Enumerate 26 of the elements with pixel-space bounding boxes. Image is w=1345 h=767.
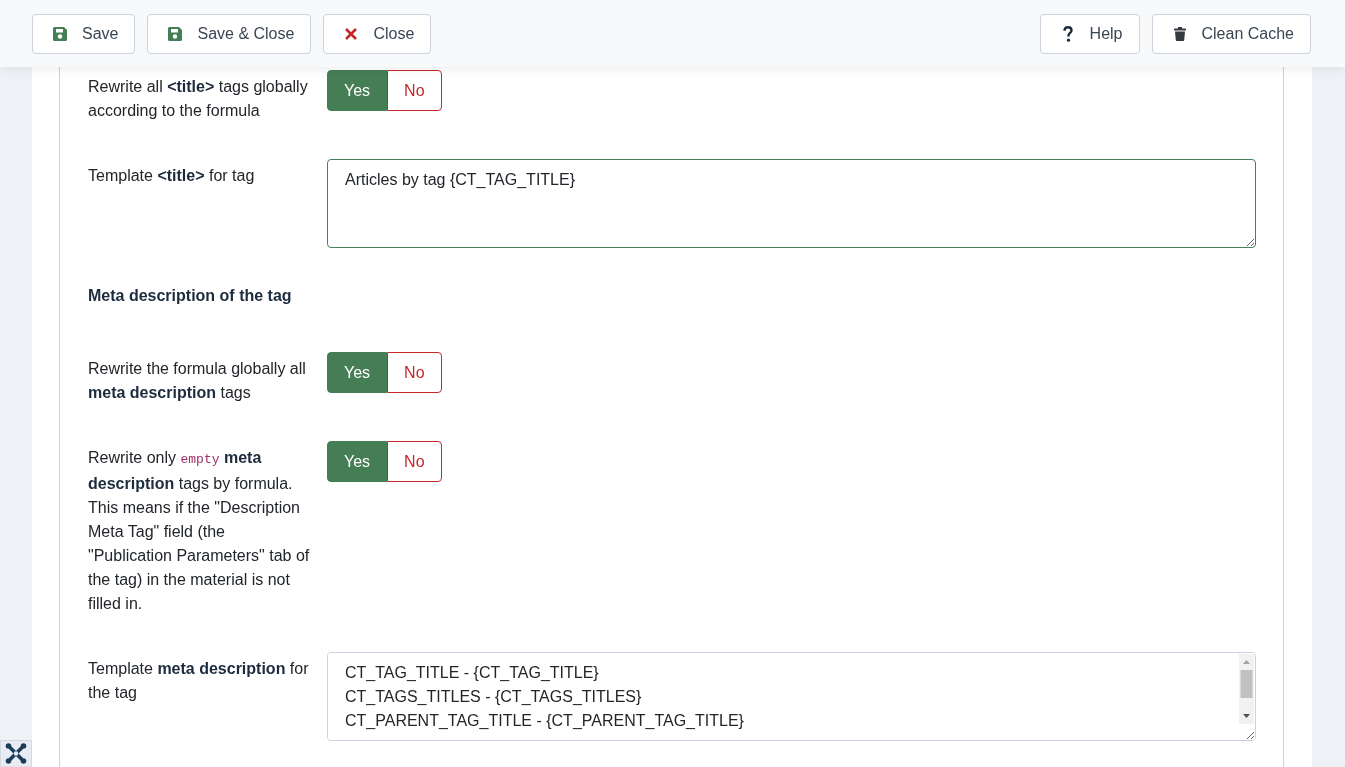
toggle-option[interactable]: No (387, 352, 442, 393)
toggle-option[interactable]: Yes (327, 70, 388, 111)
close-icon (345, 27, 358, 40)
field-label: Rewrite only empty meta description tags by formula. This means if the "Description Meta Tag" field (the "Publication Parameters" tab of the tag) in the material is not filled in. (88, 448, 311, 614)
field-label: Template meta description for the tag (88, 659, 310, 703)
template-textarea[interactable]: Articles by tag {CT_TAG_TITLE} (327, 159, 1256, 248)
toggle-option[interactable]: No (387, 70, 442, 111)
template-textarea[interactable]: CT_TAG_TITLE - {CT_TAG_TITLE} CT_TAGS_TITLES - {CT_TAGS_TITLES} CT_PARENT_TAG_TITLE - {CT_PARENT_TAG_TITLE} (327, 652, 1256, 741)
section-heading: Meta description of the tag (88, 286, 293, 306)
save-button[interactable]: Save (32, 13, 136, 54)
logo-icon[interactable] (0, 740, 32, 767)
save-icon (168, 26, 183, 41)
help-icon (1062, 25, 1073, 42)
help-button[interactable]: Help (1039, 13, 1140, 54)
toggle-option[interactable]: Yes (327, 441, 388, 482)
field-label: Template <title> for tag (88, 166, 256, 186)
trash-button[interactable]: Clean Cache (1151, 13, 1311, 54)
field-label: Rewrite all <title> tags globally according to the formula (88, 77, 309, 121)
close-button[interactable]: Close (323, 13, 432, 54)
field-label: Rewrite the formula globally all meta description tags (88, 359, 307, 403)
scrollbar[interactable] (1239, 654, 1254, 724)
save-button[interactable]: Save & Close (147, 13, 312, 54)
trash-icon (1173, 26, 1186, 41)
toggle-option[interactable]: Yes (327, 352, 388, 393)
save-icon (53, 26, 67, 41)
toggle-option[interactable]: No (387, 441, 442, 482)
